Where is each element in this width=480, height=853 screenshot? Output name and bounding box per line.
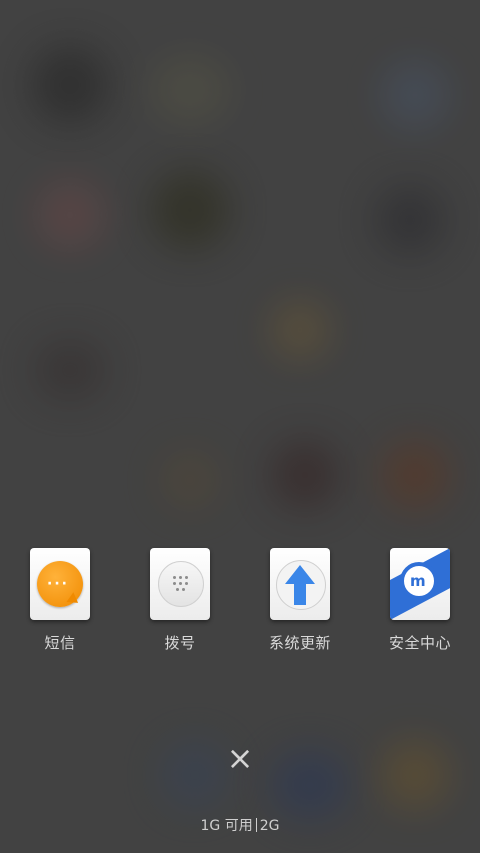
sms-icon[interactable]: ··· bbox=[30, 548, 90, 620]
recent-app-label: 系统更新 bbox=[268, 634, 331, 652]
recent-app-sms[interactable]: ··· 短信 bbox=[0, 548, 120, 653]
system-update-icon[interactable] bbox=[270, 548, 330, 620]
blurred-home-screen bbox=[0, 0, 480, 853]
dialer-icon[interactable] bbox=[150, 548, 210, 620]
recent-app-label: 短信 bbox=[44, 634, 76, 652]
recent-app-dialer[interactable]: 拨号 bbox=[120, 548, 240, 653]
recent-app-label: 拨号 bbox=[164, 634, 196, 652]
memory-status: 1G 可用 2G bbox=[0, 815, 480, 835]
close-icon: × bbox=[226, 739, 254, 777]
memory-available: 1G 可用 bbox=[200, 818, 253, 834]
recent-app-system-update[interactable]: 系统更新 bbox=[240, 548, 360, 653]
memory-divider bbox=[255, 818, 257, 832]
recent-app-security-center[interactable]: m 安全中心 bbox=[360, 548, 480, 653]
security-center-icon[interactable]: m bbox=[390, 548, 450, 620]
memory-total: 2G bbox=[259, 818, 280, 834]
recent-app-label: 安全中心 bbox=[388, 634, 451, 652]
close-recents-button[interactable]: × bbox=[222, 740, 258, 776]
recent-apps-row: ··· 短信 拨号 系统更新 m 安全中心 bbox=[0, 548, 480, 658]
